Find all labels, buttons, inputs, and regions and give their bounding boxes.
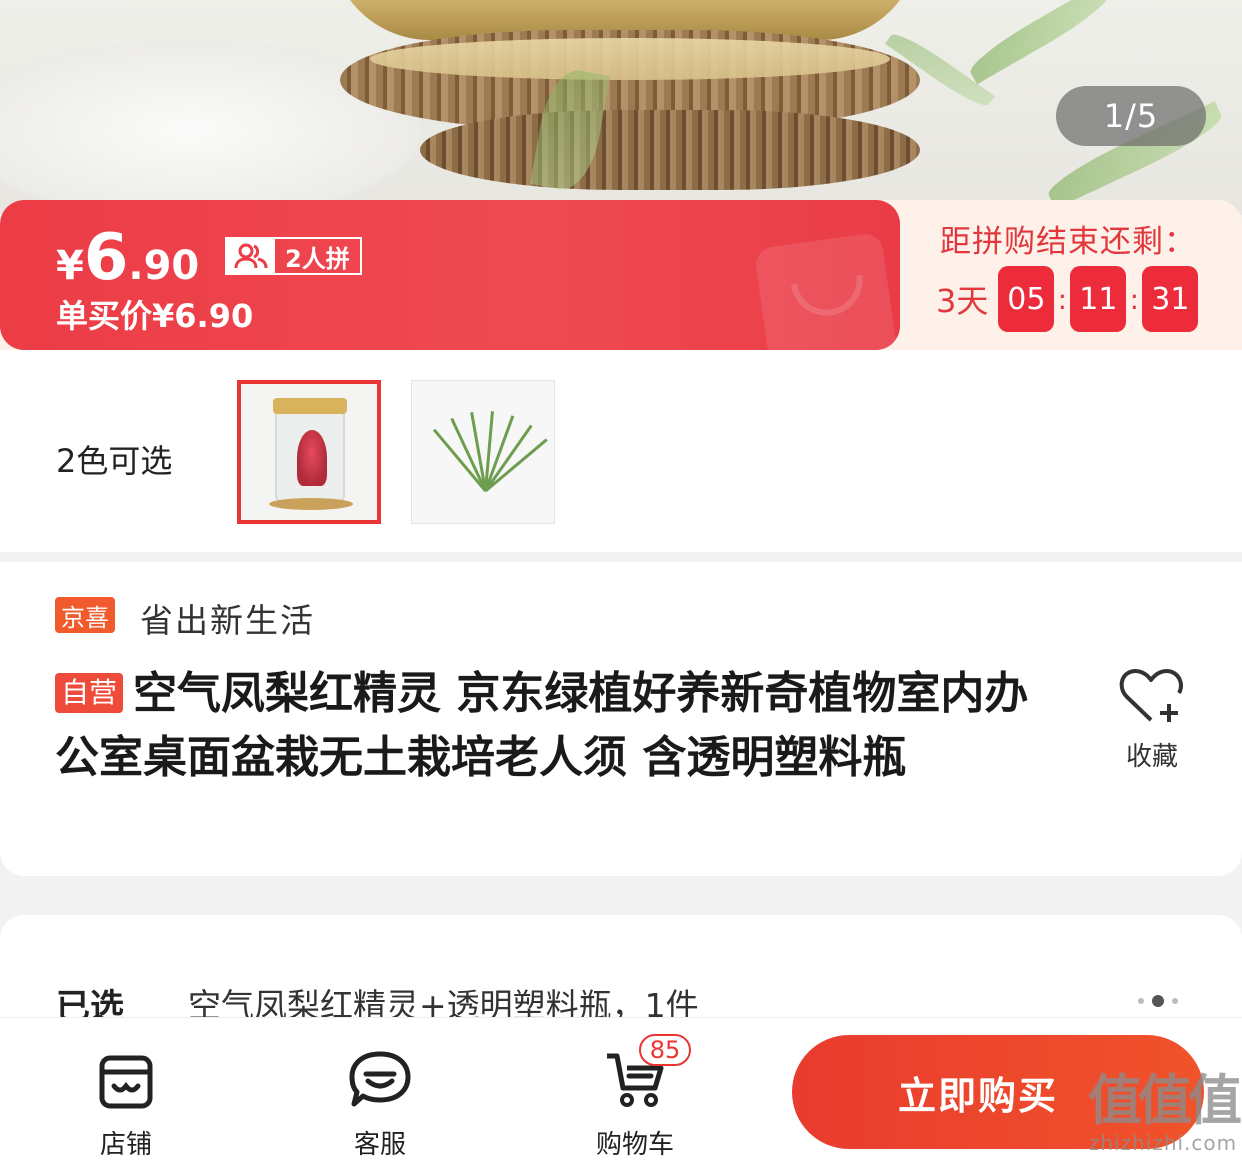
countdown-label: 距拼购结束还剩： (940, 224, 1196, 260)
countdown-timer: 3天 05 : 11 : 31 (936, 266, 1199, 332)
product-detail-page: 1/5 ¥ 6 .90 2人拼 单买价¥6.90 距拼购结束还剩： 3天 05 … (0, 0, 1242, 1166)
gallery-page-indicator: 1/5 (1056, 86, 1206, 146)
product-title-text: 空气凤梨红精灵 京东绿植好养新奇植物室内办公室桌面盆栽无土栽培老人须 含透明塑料… (55, 668, 1029, 783)
color-option-green[interactable] (411, 380, 555, 524)
customer-service-label: 客服 (353, 1130, 406, 1160)
watermark-url: zhizhizhi.com (1088, 1131, 1238, 1155)
bottom-action-bar: 店铺 客服 85 购物车 立即购买 (0, 1017, 1242, 1166)
single-buy-price: 单买价¥6.90 (56, 297, 254, 335)
wood-base-shape (269, 498, 353, 510)
store-icon (99, 1055, 153, 1109)
color-count-label: 2色可选 (56, 442, 173, 480)
people-icon (227, 239, 275, 273)
countdown-days: 3天 (936, 282, 989, 320)
shopping-bag-decoration-icon (753, 231, 899, 350)
chat-smile-icon (349, 1051, 411, 1107)
jar-plant-thumbnail-image (269, 398, 353, 510)
red-plant-shape (297, 430, 327, 486)
color-selector: 2色可选 (0, 350, 1242, 552)
group-size-label: 2人拼 (285, 244, 350, 273)
more-options-icon[interactable] (1138, 995, 1178, 1007)
product-title: 自营 空气凤梨红精灵 京东绿植好养新奇植物室内办公室桌面盆栽无土栽培老人须 含透明… (55, 662, 1055, 790)
group-buy-price-bar: ¥ 6 .90 2人拼 单买价¥6.90 距拼购结束还剩： 3天 05 : 11… (0, 200, 1242, 350)
color-option-red-spirit[interactable] (237, 380, 381, 524)
jingxi-promo-tag: 京喜 (55, 597, 115, 633)
countdown-minutes: 11 (1070, 266, 1127, 332)
countdown-seconds: 31 (1142, 266, 1199, 332)
cart-label: 购物车 (595, 1130, 674, 1160)
price-currency: ¥ (56, 243, 84, 289)
favorite-button[interactable]: 收藏 (1110, 666, 1194, 773)
cart-button[interactable]: 85 购物车 (575, 1034, 695, 1161)
countdown-separator: : (1129, 282, 1140, 316)
cart-count-badge: 85 (639, 1034, 691, 1066)
price-panel: ¥ 6 .90 2人拼 单买价¥6.90 (0, 200, 900, 350)
store-label: 店铺 (99, 1130, 152, 1160)
watermark: 值值值 zhizhizhi.com (1088, 1069, 1242, 1155)
group-size-tag: 2人拼 (225, 237, 362, 275)
product-image-gallery[interactable]: 1/5 (0, 0, 1242, 215)
hero-leaf (964, 0, 1116, 85)
heart-plus-icon (1119, 669, 1183, 722)
store-button[interactable]: 店铺 (66, 1040, 186, 1161)
hero-wood-slice-lower (420, 110, 920, 190)
price-integer: 6 (83, 221, 129, 295)
countdown-separator: : (1057, 282, 1068, 316)
promo-slogan: 省出新生活 (140, 601, 315, 640)
customer-service-button[interactable]: 客服 (320, 1040, 440, 1161)
watermark-logo: 值值值 (1088, 1069, 1242, 1132)
favorite-label: 收藏 (1125, 742, 1178, 772)
group-price: ¥ 6 .90 (56, 226, 199, 290)
countdown-hours: 05 (998, 266, 1055, 332)
product-info-card: 京喜 省出新生活 自营 空气凤梨红精灵 京东绿植好养新奇植物室内办公室桌面盆栽无土… (0, 562, 1242, 876)
self-operated-tag: 自营 (55, 673, 124, 713)
air-plant-thumbnail-image (432, 401, 548, 493)
price-decimal: .90 (128, 243, 200, 289)
